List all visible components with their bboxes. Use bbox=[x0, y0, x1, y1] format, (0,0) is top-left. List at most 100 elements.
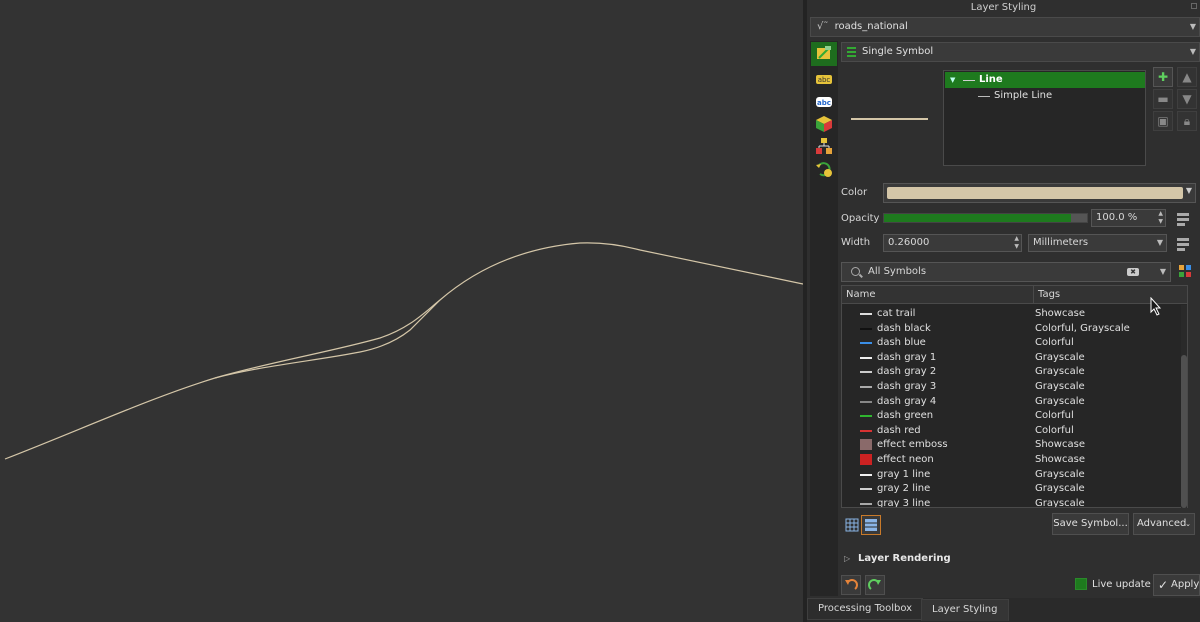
undo-button[interactable] bbox=[841, 575, 861, 595]
svg-text:abc: abc bbox=[818, 76, 831, 84]
sidebar-item-masks[interactable]: abc bbox=[814, 92, 834, 112]
opacity-data-defined-button[interactable] bbox=[1174, 209, 1192, 227]
symbol-name: effect neon bbox=[877, 454, 934, 465]
symbol-preview-icon bbox=[860, 469, 872, 476]
line-layer-icon: √˜ bbox=[817, 21, 829, 32]
renderer-label: Single Symbol bbox=[862, 46, 934, 57]
live-update-checkbox[interactable] bbox=[1075, 578, 1087, 590]
lock-layer-button[interactable]: 🔒︎ bbox=[1177, 111, 1197, 131]
table-row[interactable]: dash gray 2 Grayscale bbox=[842, 364, 1182, 379]
table-row[interactable]: effect neon Showcase bbox=[842, 452, 1182, 467]
paintbrush-icon bbox=[817, 46, 831, 59]
table-row[interactable]: dash gray 1 Grayscale bbox=[842, 350, 1182, 365]
add-symbol-layer-button[interactable]: ✚ bbox=[1153, 67, 1173, 87]
opacity-spinbox[interactable]: 100.0 % ▲ ▼ bbox=[1091, 209, 1166, 227]
symbol-name: gray 2 line bbox=[877, 483, 931, 495]
symbol-preview-icon bbox=[860, 483, 872, 491]
save-symbol-button[interactable]: Save Symbol... bbox=[1052, 513, 1129, 535]
style-manager-icon[interactable] bbox=[1178, 264, 1192, 278]
table-row[interactable]: gray 2 line Grayscale bbox=[842, 481, 1182, 496]
list-view-icon bbox=[865, 519, 877, 531]
mouse-cursor-icon bbox=[1150, 297, 1162, 316]
symbol-tags: Grayscale bbox=[1035, 483, 1085, 495]
symbol-name: dash gray 1 bbox=[877, 351, 937, 363]
width-value: 0.26000 bbox=[888, 237, 930, 248]
move-up-button[interactable]: ▲ bbox=[1177, 67, 1197, 87]
sidebar-item-history[interactable] bbox=[814, 159, 834, 179]
symbol-preview bbox=[851, 118, 928, 120]
table-row[interactable]: dash gray 4 Grayscale bbox=[842, 394, 1182, 409]
symbol-name: dash red bbox=[877, 424, 921, 436]
width-data-defined-button[interactable] bbox=[1174, 234, 1192, 252]
symbol-tags: Colorful bbox=[1035, 410, 1074, 422]
table-row[interactable]: cat trail Showcase bbox=[842, 306, 1182, 321]
duplicate-symbol-layer-button[interactable]: ▣ bbox=[1153, 111, 1173, 131]
tab-processing-toolbox[interactable]: Processing Toolbox bbox=[807, 598, 924, 620]
clear-icon[interactable]: ✖ bbox=[1127, 268, 1139, 276]
opacity-value: 100.0 % bbox=[1096, 212, 1138, 223]
advanced-label: Advanced bbox=[1137, 518, 1187, 529]
color-swatch bbox=[887, 187, 1183, 199]
symbol-preview-icon bbox=[860, 410, 872, 418]
sidebar-item-labels[interactable]: abc bbox=[814, 70, 834, 90]
tab-layer-styling[interactable]: Layer Styling bbox=[921, 599, 1009, 621]
advanced-button[interactable]: Advanced ⌄ bbox=[1133, 513, 1195, 535]
history-icon bbox=[816, 162, 832, 177]
layer-rendering-label: Layer Rendering bbox=[858, 553, 951, 564]
sidebar-item-3d[interactable] bbox=[814, 114, 834, 134]
list-view-button[interactable] bbox=[861, 515, 881, 535]
move-down-button[interactable]: ▼ bbox=[1177, 89, 1197, 109]
spin-arrows-icon: ▲ ▼ bbox=[1014, 235, 1019, 250]
renderer-select[interactable]: Single Symbol ▼ bbox=[841, 42, 1200, 62]
table-row[interactable]: gray 1 line Grayscale bbox=[842, 467, 1182, 482]
symbol-tags: Colorful bbox=[1035, 424, 1074, 436]
arrow-up-icon: ▲ bbox=[1182, 70, 1192, 84]
tree-item-line[interactable]: ▼ Line bbox=[945, 72, 1145, 88]
table-row[interactable]: dash gray 3 Grayscale bbox=[842, 379, 1182, 394]
opacity-slider[interactable] bbox=[883, 213, 1088, 223]
column-header-name[interactable]: Name bbox=[842, 286, 1034, 304]
width-unit-select[interactable]: Millimeters ▼ bbox=[1028, 234, 1167, 252]
table-row[interactable]: effect emboss Showcase bbox=[842, 437, 1182, 452]
width-spinbox[interactable]: 0.26000 ▲ ▼ bbox=[883, 234, 1022, 252]
expand-triangle-icon[interactable]: ▼ bbox=[950, 72, 955, 88]
table-row[interactable]: dash green Colorful bbox=[842, 408, 1182, 423]
chevron-down-icon: ▼ bbox=[1185, 186, 1192, 195]
symbol-name: cat trail bbox=[877, 308, 916, 319]
symbol-preview-icon bbox=[860, 323, 872, 330]
symbol-preview-icon bbox=[860, 425, 872, 432]
dock-tabbar: Processing Toolbox Layer Styling bbox=[807, 598, 1200, 622]
color-label: Color bbox=[841, 187, 868, 198]
sidebar-item-symbology[interactable] bbox=[811, 42, 837, 66]
tree-item-simple-line[interactable]: Simple Line bbox=[978, 88, 1052, 104]
remove-symbol-layer-button[interactable]: ▬ bbox=[1153, 89, 1173, 109]
layer-select[interactable]: √˜ roads_national ▼ bbox=[810, 17, 1200, 37]
scrollbar-thumb[interactable] bbox=[1181, 355, 1187, 508]
mask-abc-icon: abc bbox=[816, 97, 832, 107]
table-row[interactable]: gray 3 line Grayscale bbox=[842, 496, 1182, 507]
column-header-tags[interactable]: Tags bbox=[1034, 286, 1187, 304]
map-canvas[interactable] bbox=[0, 0, 803, 622]
symbol-preview-icon bbox=[860, 366, 872, 374]
checkmark-icon: ✓ bbox=[1158, 578, 1169, 592]
table-scrollbar[interactable] bbox=[1181, 305, 1187, 508]
symbol-preview-icon bbox=[860, 337, 872, 345]
redo-button[interactable] bbox=[865, 575, 885, 595]
color-button[interactable]: ▼ bbox=[883, 183, 1196, 203]
arrow-down-icon: ▼ bbox=[1182, 92, 1192, 106]
apply-button[interactable]: ✓ Apply bbox=[1153, 574, 1200, 596]
float-dock-icon[interactable] bbox=[1191, 3, 1197, 9]
table-row[interactable]: dash red Colorful bbox=[842, 423, 1182, 438]
symbol-search-input[interactable]: All Symbols ✖ ▼ bbox=[841, 262, 1171, 282]
expand-arrow-icon: ▷ bbox=[844, 554, 851, 563]
opacity-label: Opacity bbox=[841, 213, 880, 224]
symbol-layer-tree: ▼ Line Simple Line bbox=[943, 70, 1146, 166]
chevron-down-icon[interactable]: ▼ bbox=[1160, 263, 1166, 281]
sidebar-item-diagrams[interactable] bbox=[814, 136, 834, 156]
symbol-preview-icon bbox=[860, 396, 872, 403]
table-body: cat trail Showcase dash black Colorful, Gra… bbox=[842, 306, 1182, 507]
table-row[interactable]: dash black Colorful, Grayscale bbox=[842, 321, 1182, 336]
icon-view-button[interactable] bbox=[843, 516, 861, 534]
layer-rendering-section[interactable]: ▷ Layer Rendering bbox=[841, 552, 951, 566]
table-row[interactable]: dash blue Colorful bbox=[842, 335, 1182, 350]
